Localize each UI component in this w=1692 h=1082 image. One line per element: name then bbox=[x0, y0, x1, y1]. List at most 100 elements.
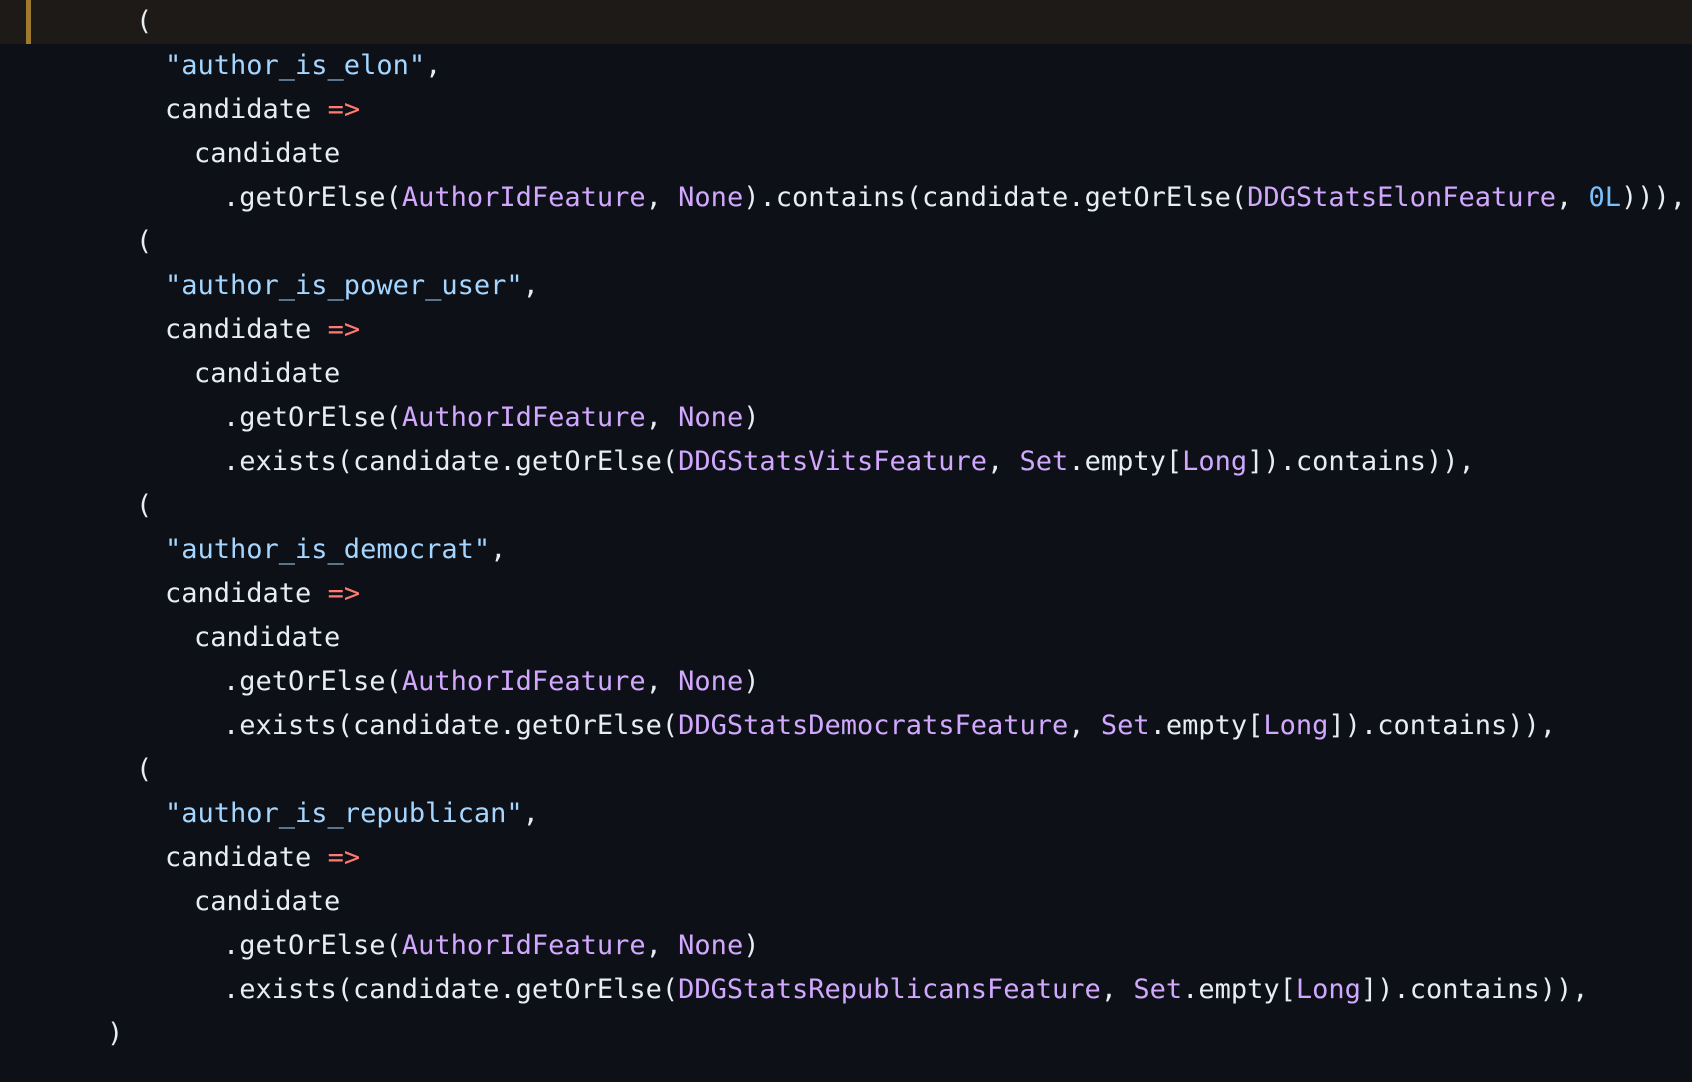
code-text: .getOrElse(AuthorIdFeature, None) bbox=[223, 396, 759, 440]
code-token: .getOrElse( bbox=[223, 930, 402, 961]
modified-line-marker bbox=[26, 0, 31, 44]
code-token: , bbox=[522, 270, 539, 301]
code-token: .empty[ bbox=[1182, 974, 1296, 1005]
code-token: None bbox=[678, 182, 744, 213]
code-line[interactable]: .exists(candidate.getOrElse(DDGStatsDemo… bbox=[0, 704, 1692, 748]
code-line[interactable]: .exists(candidate.getOrElse(DDGStatsVits… bbox=[0, 440, 1692, 484]
code-token: ( bbox=[136, 490, 153, 521]
code-line[interactable]: .getOrElse(AuthorIdFeature, None) bbox=[0, 396, 1692, 440]
code-token: candidate bbox=[165, 842, 328, 873]
code-token: Set bbox=[1100, 710, 1150, 741]
code-token: ( bbox=[136, 6, 153, 37]
code-line[interactable]: .getOrElse(AuthorIdFeature, None).contai… bbox=[0, 176, 1692, 220]
code-token: ).contains(candidate.getOrElse( bbox=[743, 182, 1248, 213]
code-line[interactable]: ( bbox=[0, 0, 1692, 44]
code-token: Set bbox=[1133, 974, 1183, 1005]
code-token: AuthorIdFeature bbox=[401, 930, 646, 961]
code-token: candidate bbox=[194, 138, 341, 169]
code-line[interactable]: .exists(candidate.getOrElse(DDGStatsRepu… bbox=[0, 968, 1692, 1012]
code-token: AuthorIdFeature bbox=[401, 666, 646, 697]
code-line[interactable]: candidate => bbox=[0, 308, 1692, 352]
code-token: .getOrElse( bbox=[223, 402, 402, 433]
code-text: ( bbox=[136, 0, 152, 44]
code-line[interactable]: "author_is_power_user", bbox=[0, 264, 1692, 308]
code-token: .exists(candidate.getOrElse( bbox=[223, 974, 679, 1005]
code-token: "author_is_republican" bbox=[165, 798, 523, 829]
code-token: => bbox=[327, 842, 361, 873]
code-text: candidate => bbox=[165, 836, 360, 880]
code-token: DDGStatsDemocratsFeature bbox=[678, 710, 1069, 741]
code-token: ) bbox=[743, 930, 760, 961]
code-token: candidate bbox=[165, 314, 328, 345]
code-token: .empty[ bbox=[1149, 710, 1264, 741]
code-line[interactable]: "author_is_elon", bbox=[0, 44, 1692, 88]
code-token: candidate bbox=[194, 358, 341, 389]
code-token: , bbox=[645, 182, 679, 213]
code-text: candidate bbox=[194, 880, 340, 924]
code-text: "author_is_republican", bbox=[165, 792, 539, 836]
code-token: Set bbox=[1019, 446, 1069, 477]
code-token: .getOrElse( bbox=[223, 666, 402, 697]
code-token: => bbox=[327, 94, 361, 125]
code-text: "author_is_elon", bbox=[165, 44, 441, 88]
code-line[interactable]: ( bbox=[0, 484, 1692, 528]
code-token: candidate bbox=[194, 886, 341, 917]
code-token: DDGStatsElonFeature bbox=[1247, 182, 1556, 213]
code-token: , bbox=[1555, 182, 1589, 213]
code-line[interactable]: .getOrElse(AuthorIdFeature, None) bbox=[0, 924, 1692, 968]
code-text: candidate => bbox=[165, 88, 360, 132]
code-line[interactable]: "author_is_republican", bbox=[0, 792, 1692, 836]
code-line[interactable]: ) bbox=[0, 1012, 1692, 1056]
code-token: AuthorIdFeature bbox=[401, 402, 646, 433]
code-token: , bbox=[987, 446, 1020, 477]
code-token: candidate bbox=[165, 94, 328, 125]
code-line[interactable]: candidate bbox=[0, 880, 1692, 924]
code-line[interactable]: ( bbox=[0, 220, 1692, 264]
code-token: , bbox=[522, 798, 539, 829]
code-line[interactable]: candidate bbox=[0, 132, 1692, 176]
code-token: "author_is_democrat" bbox=[165, 534, 491, 565]
code-line[interactable]: candidate bbox=[0, 352, 1692, 396]
code-token: Long bbox=[1295, 974, 1361, 1005]
code-line[interactable]: "author_is_democrat", bbox=[0, 528, 1692, 572]
code-line[interactable]: candidate bbox=[0, 616, 1692, 660]
code-text: .getOrElse(AuthorIdFeature, None).contai… bbox=[223, 176, 1686, 220]
code-token: ) bbox=[743, 402, 760, 433]
code-token: => bbox=[327, 578, 361, 609]
code-token: ]).contains)), bbox=[1360, 974, 1589, 1005]
code-text: ( bbox=[136, 748, 152, 792]
code-token: , bbox=[645, 402, 679, 433]
code-token: ) bbox=[743, 666, 760, 697]
code-text: ( bbox=[136, 484, 152, 528]
code-line[interactable]: ( bbox=[0, 748, 1692, 792]
code-line[interactable]: .getOrElse(AuthorIdFeature, None) bbox=[0, 660, 1692, 704]
code-text: candidate => bbox=[165, 572, 360, 616]
code-token: .empty[ bbox=[1068, 446, 1183, 477]
code-line[interactable]: candidate => bbox=[0, 836, 1692, 880]
code-line[interactable]: candidate => bbox=[0, 572, 1692, 616]
code-token: ]).contains)), bbox=[1328, 710, 1556, 741]
code-token: None bbox=[678, 402, 744, 433]
code-token: , bbox=[1068, 710, 1101, 741]
code-lines[interactable]: ("author_is_elon", candidate => candidate.… bbox=[0, 0, 1692, 1056]
code-token: .exists(candidate.getOrElse( bbox=[223, 446, 679, 477]
code-line[interactable]: candidate => bbox=[0, 88, 1692, 132]
code-token: AuthorIdFeature bbox=[401, 182, 646, 213]
code-token: "author_is_elon" bbox=[165, 50, 426, 81]
code-text: ) bbox=[107, 1012, 123, 1056]
code-token: , bbox=[490, 534, 507, 565]
code-editor[interactable]: ("author_is_elon", candidate => candidate.… bbox=[0, 0, 1692, 1082]
code-token: 0L bbox=[1588, 182, 1622, 213]
code-text: .getOrElse(AuthorIdFeature, None) bbox=[223, 660, 759, 704]
code-token: DDGStatsVitsFeature bbox=[678, 446, 988, 477]
code-token: .getOrElse( bbox=[223, 182, 402, 213]
code-token: None bbox=[678, 666, 744, 697]
code-text: .exists(candidate.getOrElse(DDGStatsRepu… bbox=[223, 968, 1589, 1012]
code-token: DDGStatsRepublicansFeature bbox=[678, 974, 1101, 1005]
code-text: .exists(candidate.getOrElse(DDGStatsDemo… bbox=[223, 704, 1556, 748]
code-token: ( bbox=[136, 754, 153, 785]
code-token: .exists(candidate.getOrElse( bbox=[223, 710, 679, 741]
code-text: candidate => bbox=[165, 308, 360, 352]
code-token: , bbox=[645, 666, 679, 697]
code-token: , bbox=[425, 50, 442, 81]
